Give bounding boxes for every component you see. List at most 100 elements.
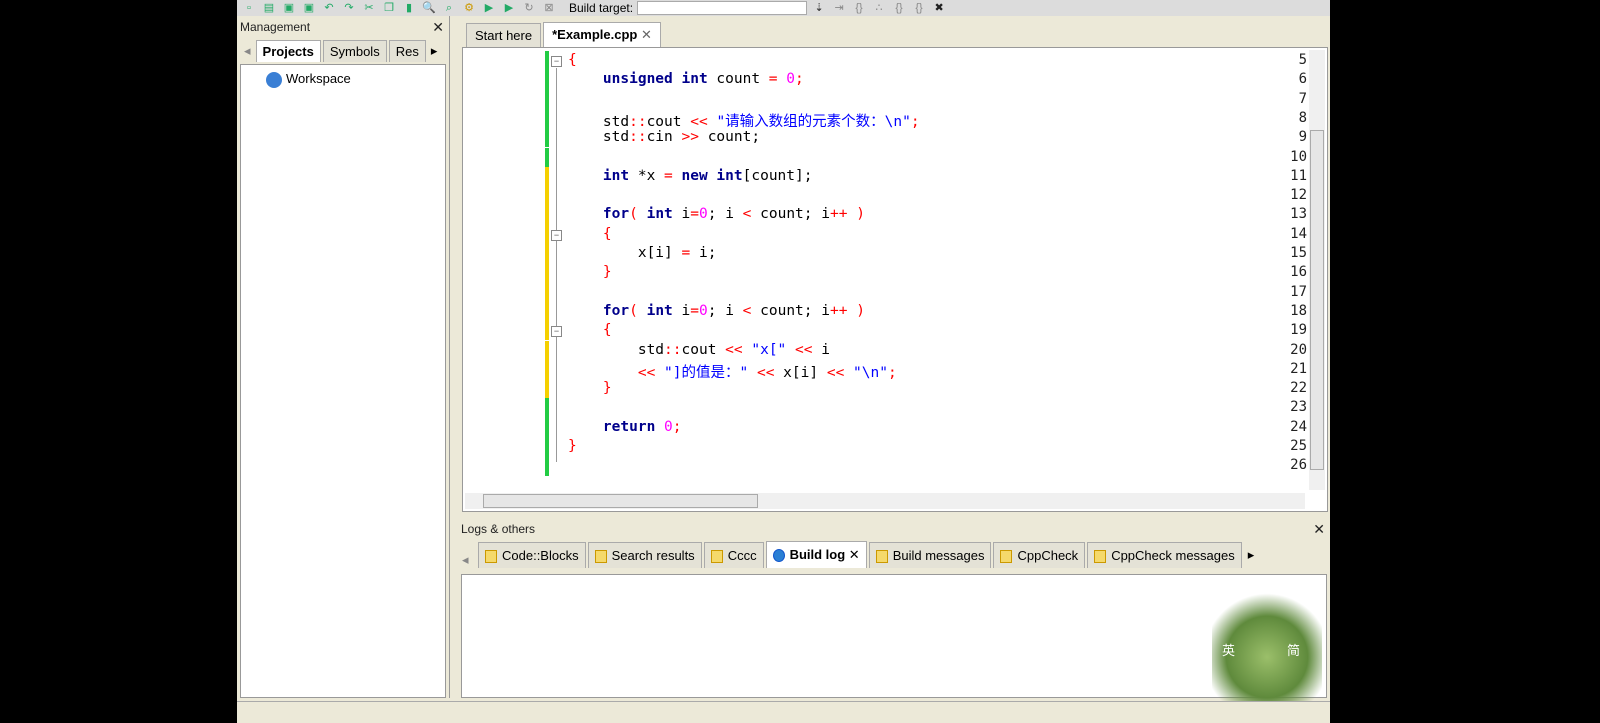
- braces3-icon[interactable]: {}: [911, 1, 927, 15]
- status-bar: [237, 701, 1330, 723]
- code-line[interactable]: return 0;: [568, 419, 682, 435]
- build-target-label: Build target:: [569, 1, 634, 15]
- code-line[interactable]: {: [568, 52, 577, 68]
- line-number: 16: [1290, 264, 1307, 281]
- line-number: 5: [1298, 52, 1307, 68]
- undo-icon[interactable]: ↶: [321, 1, 337, 15]
- rebuild-icon[interactable]: ↻: [521, 1, 537, 15]
- code-line[interactable]: }: [568, 438, 577, 454]
- change-marker: [545, 379, 549, 399]
- code-line[interactable]: {: [568, 322, 612, 338]
- close-tab-icon[interactable]: ✕: [641, 27, 652, 42]
- log-tab-label: CppCheck messages: [1111, 547, 1235, 563]
- tab-scroll-right-icon[interactable]: ▸: [428, 40, 441, 62]
- code-line[interactable]: for( int i=0; i < count; i++ ): [568, 206, 865, 222]
- line-number: 11: [1290, 167, 1307, 184]
- close-tab-icon[interactable]: ✕: [845, 547, 860, 562]
- copy-icon[interactable]: ❐: [381, 1, 397, 15]
- build-target-select[interactable]: [637, 1, 808, 15]
- log-tab-cppcheck-messages[interactable]: CppCheck messages: [1087, 541, 1242, 568]
- vertical-scrollbar[interactable]: [1309, 50, 1325, 490]
- save-all-icon[interactable]: ▣: [301, 1, 317, 15]
- braces2-icon[interactable]: {}: [891, 1, 907, 15]
- code-line[interactable]: {: [568, 226, 612, 242]
- ime-english[interactable]: 英: [1222, 640, 1235, 659]
- ime-simplified[interactable]: 简: [1287, 640, 1300, 659]
- log-tab-cccc[interactable]: Cccc: [703, 541, 764, 568]
- horizontal-scrollbar[interactable]: [465, 493, 1305, 509]
- log-tab-build-messages[interactable]: Build messages: [868, 541, 992, 568]
- log-tab-icon: [1000, 550, 1013, 563]
- tab-resources[interactable]: Res: [388, 40, 426, 62]
- debug-icon[interactable]: ⇣: [811, 1, 827, 15]
- close-icon[interactable]: ✕: [1313, 518, 1325, 540]
- vertical-scroll-thumb[interactable]: [1310, 130, 1324, 470]
- tree-item-workspace[interactable]: Workspace: [286, 71, 351, 86]
- fold-toggle[interactable]: −: [551, 56, 562, 67]
- code-line[interactable]: std::cin >> count;: [568, 129, 760, 145]
- new-file-icon[interactable]: ▫: [241, 1, 257, 15]
- code-token: {: [568, 52, 577, 68]
- dots-icon[interactable]: ∴: [871, 1, 887, 15]
- redo-icon[interactable]: ↷: [341, 1, 357, 15]
- find-icon[interactable]: 🔍: [421, 1, 437, 15]
- paste-icon[interactable]: ▮: [401, 1, 417, 15]
- code-token: x[i]: [568, 245, 682, 261]
- change-marker: [545, 437, 549, 457]
- tab-start-here[interactable]: Start here: [466, 23, 542, 47]
- log-tab-search-results[interactable]: Search results: [587, 541, 702, 568]
- code-line[interactable]: std::cout << "请输入数组的元素个数：\n";: [568, 110, 920, 131]
- code-line[interactable]: int *x = new int[count];: [568, 168, 813, 184]
- log-tab-cppcheck[interactable]: CppCheck: [993, 541, 1086, 568]
- log-tab-icon: [485, 550, 497, 563]
- code-line[interactable]: }: [568, 264, 612, 280]
- code-line[interactable]: std::cout << "x[" << i: [568, 342, 830, 358]
- cut-icon[interactable]: ✂: [361, 1, 377, 15]
- open-icon[interactable]: ▤: [261, 1, 277, 15]
- tab-projects[interactable]: Projects: [255, 40, 321, 62]
- change-marker: [545, 108, 549, 129]
- replace-icon[interactable]: ⌕: [441, 1, 457, 15]
- log-tab-label: Search results: [611, 547, 695, 563]
- line-number: 8: [1298, 109, 1307, 126]
- tab-scroll-left-icon[interactable]: ◂: [462, 552, 469, 568]
- tab-scroll-left-icon[interactable]: ◂: [241, 40, 254, 62]
- fold-toggle[interactable]: −: [551, 229, 562, 241]
- code-token: ;: [887, 364, 897, 381]
- tab-scroll-right-icon[interactable]: ▸: [1244, 542, 1259, 568]
- code-line[interactable]: << "]的值是：" << x[i] << "\n";: [568, 361, 897, 382]
- fold-toggle[interactable]: −: [551, 326, 562, 338]
- save-icon[interactable]: ▣: [281, 1, 297, 15]
- code-token: std: [568, 113, 630, 130]
- code-line[interactable]: x[i] = i;: [568, 245, 717, 261]
- build-run-icon[interactable]: ▶: [501, 1, 517, 15]
- tab-symbols[interactable]: Symbols: [322, 40, 387, 62]
- code-token: i: [812, 341, 830, 358]
- abort-icon[interactable]: ⊠: [541, 1, 557, 15]
- horizontal-scroll-thumb[interactable]: [483, 494, 758, 508]
- code-token: return: [602, 418, 656, 435]
- step-icon[interactable]: ⇥: [831, 1, 847, 15]
- code-token: <<: [637, 364, 656, 381]
- change-marker: [545, 340, 549, 360]
- code-line[interactable]: }: [568, 380, 612, 396]
- code-line[interactable]: unsigned int count = 0;: [568, 71, 804, 87]
- run-icon[interactable]: ▶: [481, 1, 497, 15]
- code-line[interactable]: for( int i=0; i < count; i++ ): [568, 303, 865, 319]
- braces-icon[interactable]: {}: [851, 1, 867, 15]
- stop-debug-icon[interactable]: ✖: [931, 1, 947, 15]
- change-marker: [545, 147, 549, 167]
- change-marker: [545, 263, 549, 283]
- build-icon[interactable]: ⚙: [461, 1, 477, 15]
- tab-example-cpp[interactable]: *Example.cpp ✕: [543, 22, 661, 47]
- close-icon[interactable]: ✕: [432, 16, 444, 38]
- code-token: int: [646, 206, 673, 223]
- code-editor[interactable]: 5{6 unsigned int count = 0; 7 8 std::cout …: [462, 47, 1328, 512]
- log-tab-code-blocks[interactable]: Code::Blocks: [478, 541, 586, 568]
- log-tab-build-log[interactable]: Build log ✕: [765, 541, 867, 568]
